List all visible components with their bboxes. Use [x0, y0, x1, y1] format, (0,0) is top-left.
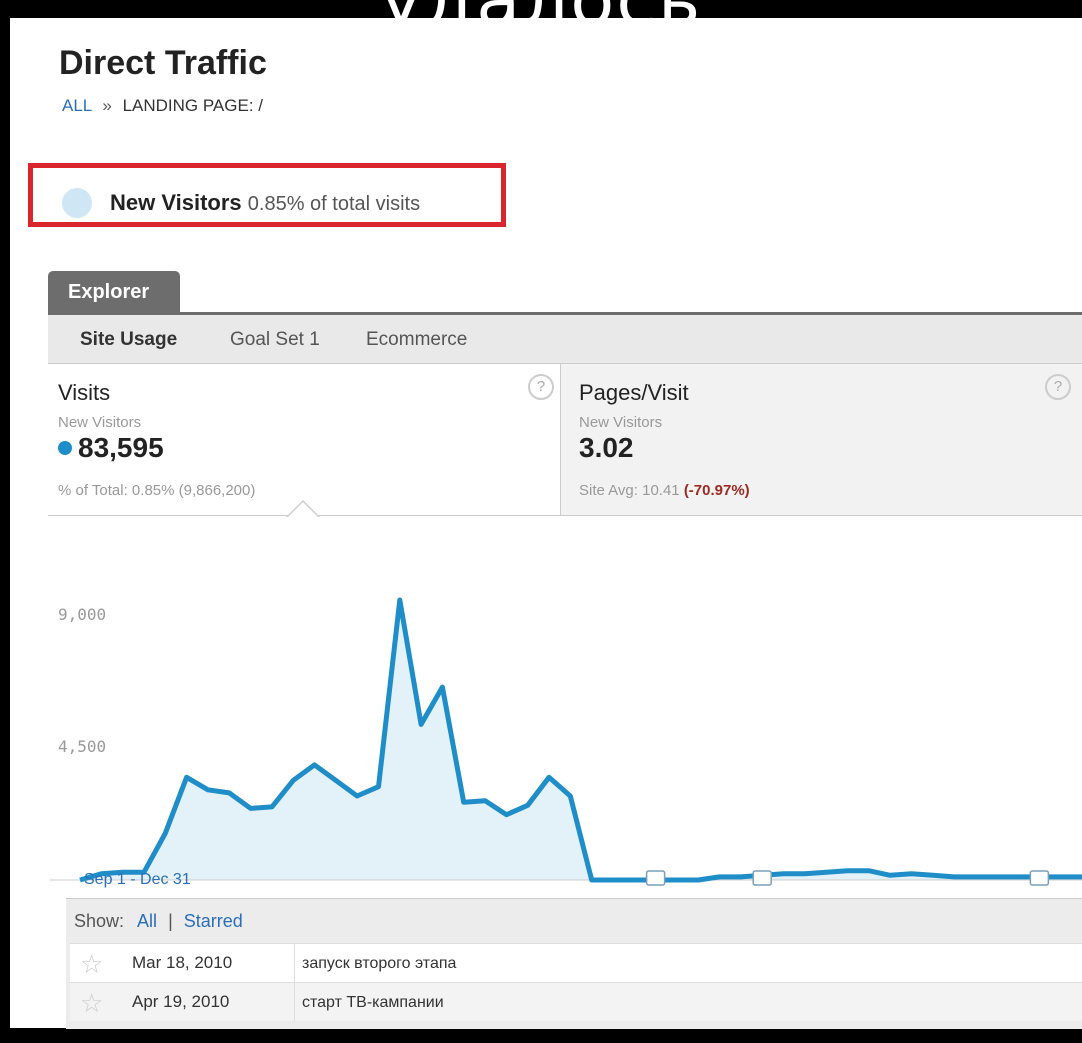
x-range-label[interactable]: Sep 1 - Dec 31	[84, 871, 191, 888]
column-divider	[294, 983, 295, 1021]
annotation-table: ☆ Mar 18, 2010 запуск второго этапа ☆ Ap…	[70, 943, 1082, 1021]
annotation-panel: Show: All | Starred ☆ Mar 18, 2010 запус…	[66, 898, 1082, 1029]
annotation-row[interactable]: ☆ Apr 19, 2010 старт ТВ-кампании	[70, 982, 1082, 1021]
annotation-date: Mar 18, 2010	[132, 953, 233, 972]
annotation-marker-icon[interactable]	[1029, 870, 1050, 886]
y-tick-label: 9,000	[58, 605, 106, 624]
filter-starred-link[interactable]: Starred	[184, 911, 243, 931]
show-label: Show:	[74, 911, 125, 931]
star-icon[interactable]: ☆	[80, 988, 103, 1019]
y-tick-label: 4,500	[58, 737, 106, 756]
visits-chart: 9,000 4,500 Sep 1 - Dec 31	[50, 597, 1082, 998]
report-frame: Direct Traffic ALL » LANDING PAGE: / New…	[10, 18, 1082, 1029]
star-icon[interactable]: ☆	[80, 949, 103, 980]
annotation-note: старт ТВ-кампании	[302, 994, 444, 1011]
annotation-filter: Show: All | Starred	[74, 911, 243, 932]
column-divider	[294, 944, 295, 982]
annotation-note: запуск второго этапа	[302, 955, 457, 972]
filter-all-link[interactable]: All	[137, 911, 157, 931]
annotation-row[interactable]: ☆ Mar 18, 2010 запуск второго этапа	[70, 943, 1082, 982]
annotation-marker-icon[interactable]	[752, 870, 772, 886]
annotation-date: Apr 19, 2010	[132, 992, 230, 1011]
filter-divider: |	[168, 911, 173, 931]
annotation-marker-icon[interactable]	[645, 870, 666, 886]
